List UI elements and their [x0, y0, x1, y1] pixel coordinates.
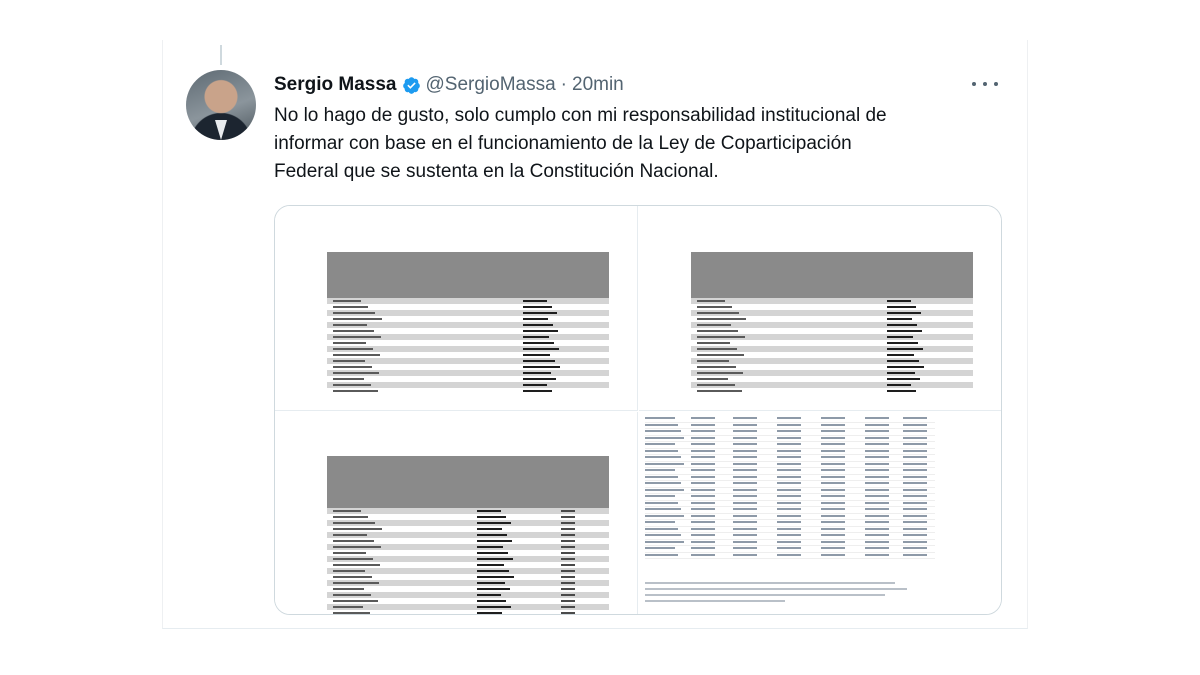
footnote-line: [645, 588, 907, 590]
tweet-text-line: No lo hago de gusto, solo cumplo con mi …: [274, 105, 887, 126]
footnote-line: [645, 594, 885, 596]
more-options-icon[interactable]: [972, 74, 998, 94]
footnote-line: [645, 582, 895, 584]
tweet-text-line: Federal que se sustenta en la Constituci…: [274, 161, 719, 182]
tweet-text-line: informar con base en el funcionamiento d…: [274, 133, 852, 154]
page-margin: [0, 0, 162, 675]
table-header: [327, 456, 609, 508]
avatar[interactable]: [186, 70, 256, 140]
table-image-1: [327, 252, 609, 394]
table-row: [645, 553, 935, 559]
table-row: [327, 610, 609, 614]
attached-image-3[interactable]: [275, 412, 638, 614]
attached-image-4[interactable]: [639, 412, 1001, 614]
thread-connector-line: [220, 45, 222, 65]
tweet-text: No lo hago de gusto, solo cumplo con mi …: [274, 102, 994, 186]
table-image-2: [691, 252, 973, 394]
separator-dot: ·: [560, 74, 567, 95]
table-row: [327, 388, 609, 394]
table-header: [327, 252, 609, 298]
attached-image-1[interactable]: [275, 206, 638, 411]
table-image-4: [645, 416, 935, 559]
tweet-timestamp[interactable]: 20min: [572, 74, 624, 96]
table-rows: [327, 508, 609, 614]
tweet-header: Sergio Massa @SergioMassa · 20min: [274, 71, 624, 99]
table-rows: [691, 298, 973, 394]
author-handle[interactable]: @SergioMassa: [426, 74, 556, 96]
author-name[interactable]: Sergio Massa: [274, 74, 397, 96]
table-row: [691, 388, 973, 394]
table-header: [691, 252, 973, 298]
table-rows: [327, 298, 609, 394]
footnote-line: [645, 600, 785, 602]
verified-badge-icon: [402, 76, 421, 95]
attached-image-2[interactable]: [639, 206, 1001, 411]
table-image-3: [327, 456, 609, 614]
media-grid: [274, 205, 1002, 615]
